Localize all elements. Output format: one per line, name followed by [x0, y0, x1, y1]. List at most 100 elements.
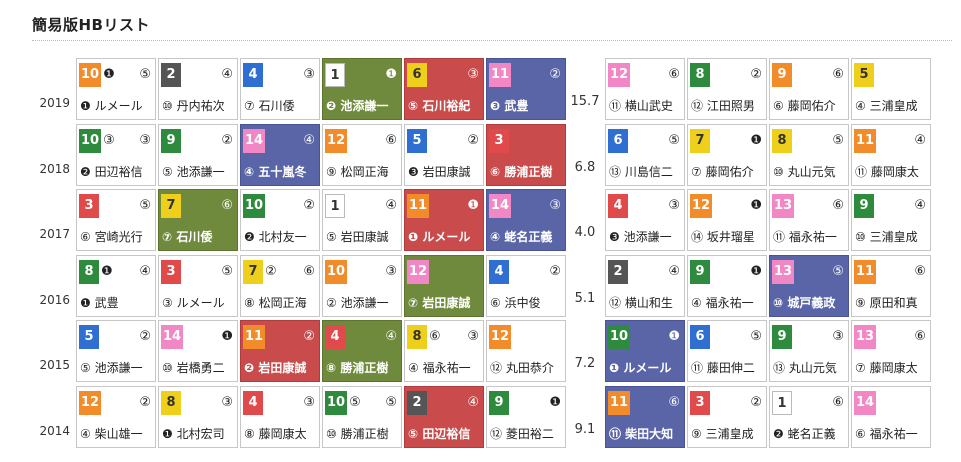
horse-cell[interactable]: 1❶❷ 池添謙一	[322, 58, 402, 120]
mark: ⑤	[750, 329, 762, 344]
jockey-name: ⑤ 岩田康誠	[326, 230, 389, 244]
horse-cell[interactable]: 5 ④ 三浦皇成	[851, 58, 931, 120]
horse-cell[interactable]: 12 ❶ ⑭ 坂井瑠星	[687, 189, 767, 251]
horse-cell[interactable]: 8③❶ 北村宏司	[158, 386, 238, 448]
horse-cell[interactable]: 5②❸ 岩田康誠	[404, 124, 484, 186]
horse-cell[interactable]: 2④⑩ 丹内祐次	[158, 58, 238, 120]
horse-number-badge: 3	[690, 391, 710, 415]
horse-cell[interactable]: 7⑥⑦ 石川倭	[158, 189, 238, 251]
horse-cell[interactable]: 1④⑤ 岩田康誠	[322, 189, 402, 251]
horse-cell[interactable]: 3⑤⑥ 宮崎光行	[76, 189, 156, 251]
cell-top: 9❶	[690, 259, 763, 285]
horse-cell[interactable]: 10 ③ ② 池添謙一	[322, 255, 402, 317]
horse-number-badge: 10	[79, 129, 102, 153]
horse-cell[interactable]: 6⑤⑪ 藤田伸二	[687, 320, 767, 382]
horse-cell[interactable]: 4④⑧ 勝浦正樹	[322, 320, 402, 382]
horse-cell[interactable]: 14 ⑥ 福永祐一	[851, 386, 931, 448]
horse-cell[interactable]: 9❶④ 福永祐一	[687, 255, 767, 317]
jockey-name: ④ 柴山雄一	[80, 427, 143, 441]
horse-cell[interactable]: 9③⑬ 丸山元気	[769, 320, 849, 382]
jockey-name: ④ 五十嵐冬	[244, 165, 307, 179]
horse-number-badge: 12	[690, 194, 713, 218]
horse-number-badge: 14	[489, 194, 512, 218]
horse-cell[interactable]: 4③❸ 池添謙一	[605, 189, 685, 251]
horse-cell[interactable]: 14 ④ ④ 五十嵐冬	[240, 124, 320, 186]
horse-cell[interactable]: 2④⑤ 田辺裕信	[404, 386, 484, 448]
horse-cell[interactable]: 13 ⑥ ⑦ 藤岡康太	[851, 320, 931, 382]
cell-top: 12	[489, 324, 562, 350]
horse-cell[interactable]: 14 ❶ ⑩ 岩橋勇二	[158, 320, 238, 382]
horse-cell[interactable]: 5②⑤ 池添謙一	[76, 320, 156, 382]
horse-number-badge: 7	[243, 260, 263, 284]
jockey-name: ③ ルメール	[162, 296, 225, 310]
horse-cell[interactable]: 7② ⑥ ⑧ 松岡正海	[240, 255, 320, 317]
horse-cell[interactable]: 12 ⑫ 丸田恭介	[486, 320, 566, 382]
odds-value: 4.0	[574, 225, 596, 240]
horse-number-badge: 10	[608, 325, 631, 349]
horse-number-badge: 14	[161, 325, 184, 349]
jockey-name: ⑦ 石川倭	[244, 99, 295, 113]
horse-cell[interactable]: 8⑥ ③ ④ 福永祐一	[404, 320, 484, 382]
horse-cell[interactable]: 10 ② ❷ 北村友一	[240, 189, 320, 251]
horse-cell[interactable]: 12 ⑦ 岩田康誠	[404, 255, 484, 317]
horse-cell[interactable]: 9❶⑫ 菱田裕二	[486, 386, 566, 448]
jockey-name: ⑪ 福永祐一	[773, 230, 837, 244]
mark: ⑤	[832, 133, 844, 148]
horse-cell[interactable]: 11 ② ❷ 岩田康誠	[240, 320, 320, 382]
horse-cell[interactable]: 8②⑫ 江田照男	[687, 58, 767, 120]
jockey-name: ④ 蛯名正義	[490, 230, 553, 244]
horse-cell[interactable]: 11 ❶ ❶ ルメール	[404, 189, 484, 251]
jockey-name: ⑫ 丸田恭介	[490, 361, 554, 375]
horse-cell[interactable]: 12 ② ④ 柴山雄一	[76, 386, 156, 448]
horse-cell[interactable]: 9⑥⑥ 藤岡佑介	[769, 58, 849, 120]
horse-number-badge: 11	[407, 194, 430, 218]
jockey-name: ⑦ 藤岡康太	[855, 361, 918, 375]
horse-cell[interactable]: 9②⑤ 池添謙一	[158, 124, 238, 186]
jockey-name: ④ 福永祐一	[408, 361, 471, 375]
horse-number-badge: 12	[608, 63, 631, 87]
horse-cell[interactable]: 13 ⑥ ⑪ 福永祐一	[769, 189, 849, 251]
horse-cell[interactable]: 2④⑫ 横山和生	[605, 255, 685, 317]
horse-cell[interactable]: 8⑤⑩ 丸山元気	[769, 124, 849, 186]
horse-cell[interactable]: 11 ⑥ ⑪ 柴田大知	[605, 386, 685, 448]
horse-cell[interactable]: 10 ❶ ⑤ ❶ ルメール	[76, 58, 156, 120]
cell-top: 3⑤	[161, 259, 234, 285]
mark: ⑤	[832, 264, 844, 279]
jockey-name: ❶ 北村宏司	[162, 427, 225, 441]
mark: ⑥	[303, 264, 315, 279]
horse-cell[interactable]: 11 ② ❸ 武豊	[486, 58, 566, 120]
horse-cell[interactable]: 10 ⑤ ⑤ ⑩ 勝浦正樹	[322, 386, 402, 448]
horse-cell[interactable]: 11 ⑥ ⑨ 原田和真	[851, 255, 931, 317]
horse-number-badge: 4	[608, 194, 628, 218]
horse-cell[interactable]: 3⑤ ③ ルメール	[158, 255, 238, 317]
horse-cell[interactable]: 12 ⑥ ⑪ 横山武史	[605, 58, 685, 120]
cell-top: 8⑥ ③	[407, 324, 480, 350]
horse-cell[interactable]: 4②⑥ 浜中俊	[486, 255, 566, 317]
mark: ⑤	[139, 198, 151, 213]
cell-top: 13 ⑤	[772, 259, 845, 285]
horse-cell[interactable]: 6③⑤ 石川裕紀	[404, 58, 484, 120]
horse-cell[interactable]: 12 ⑥ ⑨ 松岡正海	[322, 124, 402, 186]
jockey-name: ④ 三浦皇成	[855, 99, 918, 113]
mark: ②	[750, 395, 762, 410]
horse-cell[interactable]: 4③⑧ 藤岡康太	[240, 386, 320, 448]
horse-cell[interactable]: 6⑤⑬ 川島信二	[605, 124, 685, 186]
cell-top: 9❶	[489, 390, 562, 416]
mark: ⑥	[221, 198, 233, 213]
horse-cell[interactable]: 10 ❶ ❶ ルメール	[605, 320, 685, 382]
horse-cell[interactable]: 7❶⑦ 藤岡佑介	[687, 124, 767, 186]
horse-cell[interactable]: 10 ③ ③ ❷ 田辺裕信	[76, 124, 156, 186]
horse-cell[interactable]: 13 ⑤ ⑩ 城戸義政	[769, 255, 849, 317]
horse-cell[interactable]: 14 ③ ④ 蛯名正義	[486, 189, 566, 251]
cell-top: 11 ④	[854, 128, 927, 154]
horse-cell[interactable]: 3②⑨ 三浦皇成	[687, 386, 767, 448]
jockey-name: ⑩ 岩橋勇二	[162, 361, 225, 375]
cell-top: 10 ⑤ ⑤	[325, 390, 398, 416]
horse-cell[interactable]: 3 ⑥ 勝浦正樹	[486, 124, 566, 186]
horse-cell[interactable]: 1⑥❷ 蛯名正義	[769, 386, 849, 448]
horse-cell[interactable]: 4③⑦ 石川倭	[240, 58, 320, 120]
cell-top: 7❶	[690, 128, 763, 154]
horse-cell[interactable]: 11 ④ ⑪ 藤岡康太	[851, 124, 931, 186]
horse-cell[interactable]: 8❶ ④ ❶ 武豊	[76, 255, 156, 317]
horse-cell[interactable]: 9④⑩ 三浦皇成	[851, 189, 931, 251]
